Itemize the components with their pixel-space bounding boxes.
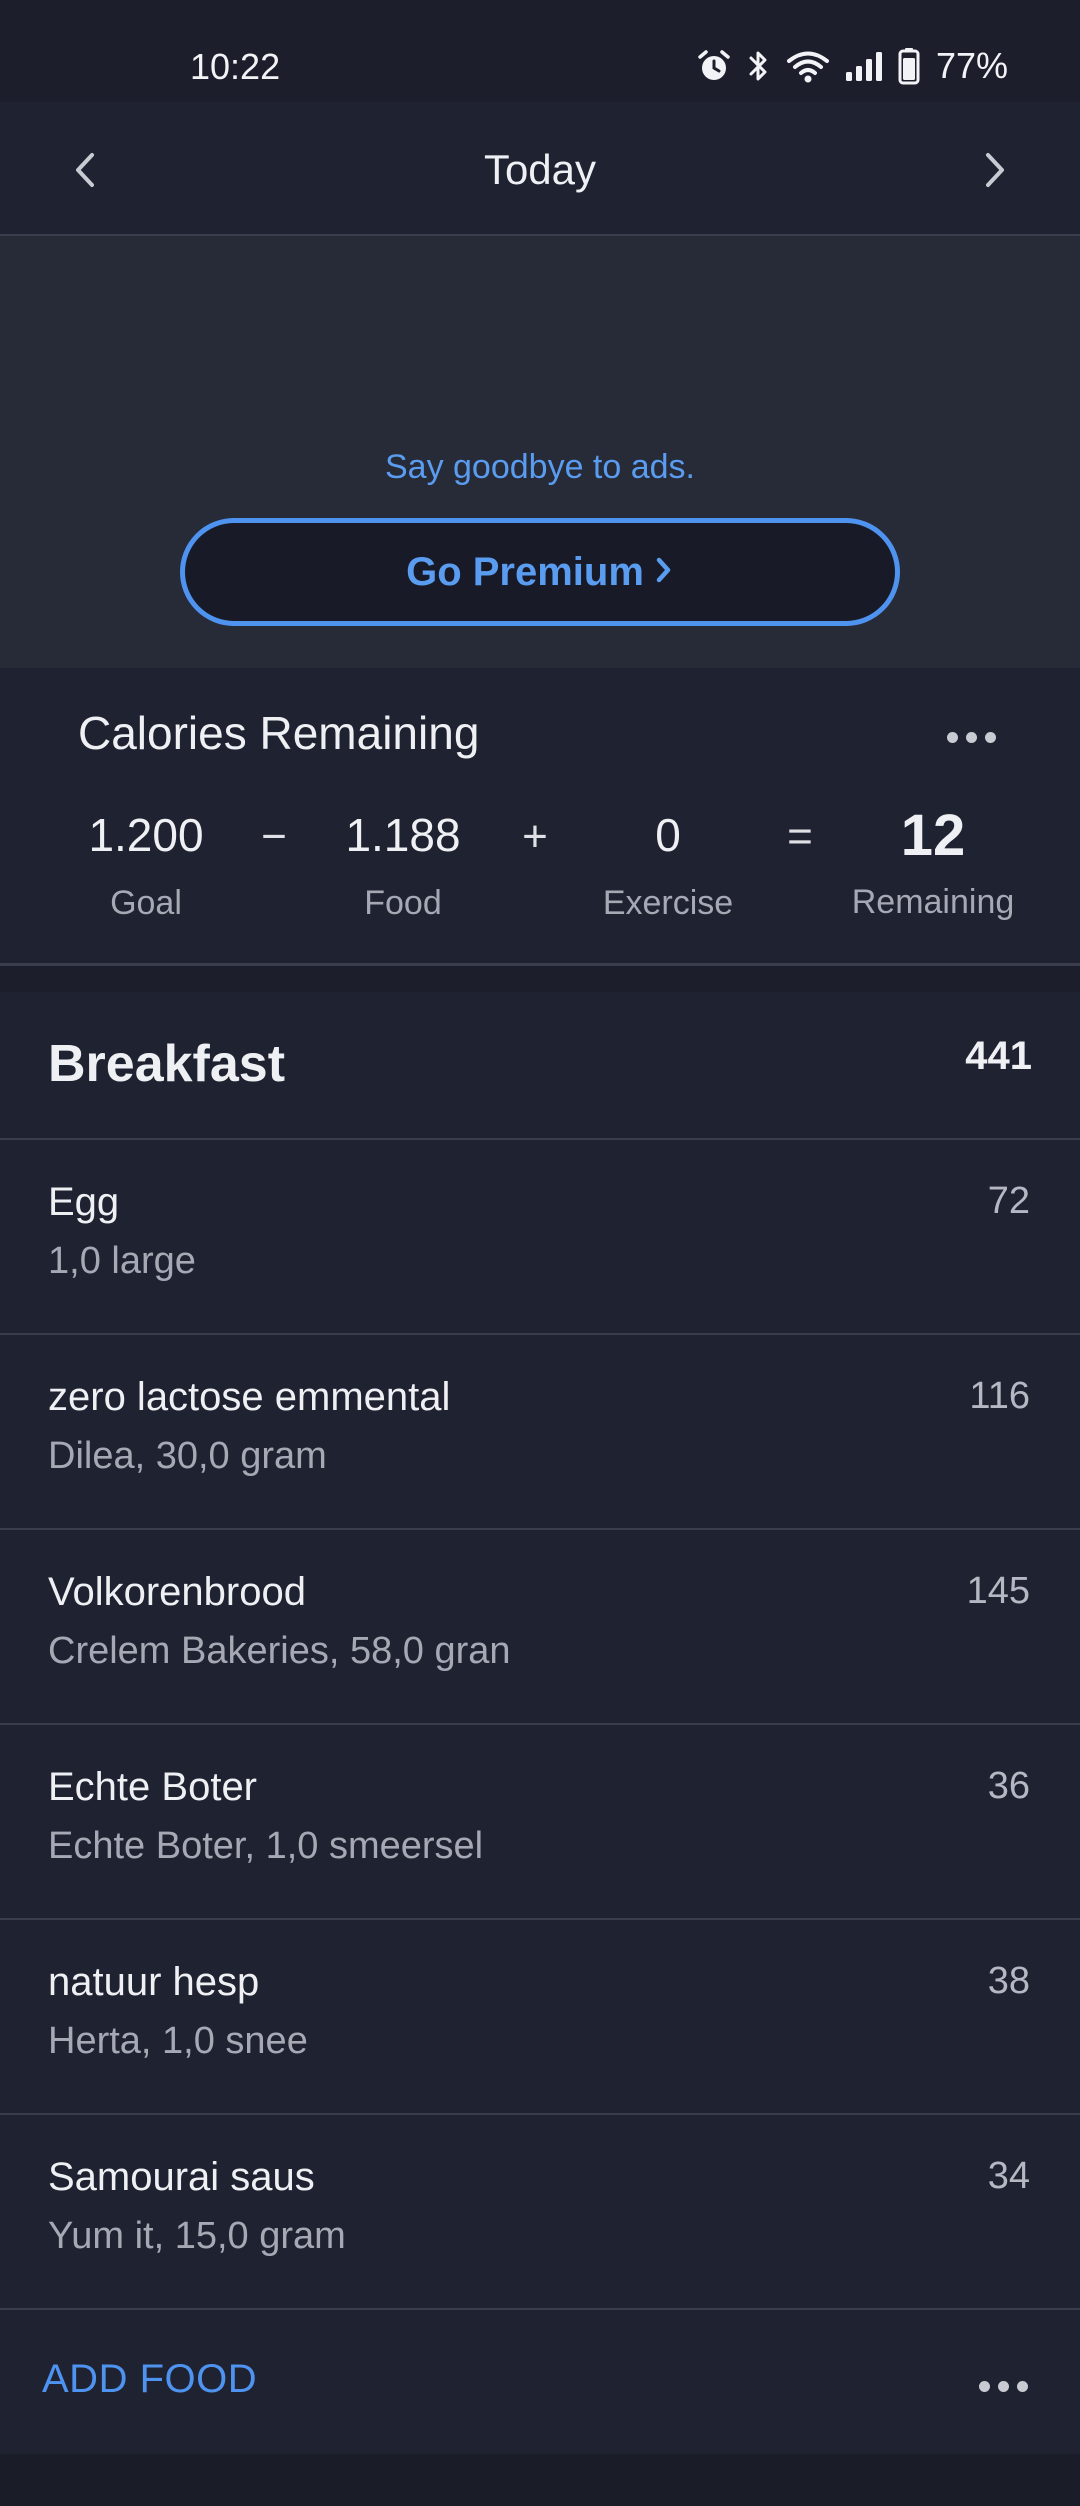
food-calories: 72 — [987, 1180, 1030, 1222]
battery-icon — [898, 47, 920, 85]
add-food-row: ADD FOOD — [0, 2309, 1080, 2454]
equals-operator: = — [787, 812, 813, 861]
food-label: Food — [364, 884, 442, 922]
ad-text: Say goodbye to ads. — [384, 448, 695, 486]
food-item[interactable]: Volkorenbrood Crelem Bakeries, 58,0 gran… — [0, 1530, 1080, 1725]
food-description: Crelem Bakeries, 58,0 gran — [48, 1630, 511, 1672]
remaining-value: 12 — [900, 803, 966, 868]
exercise-value: 0 — [655, 809, 681, 861]
meal-more-button[interactable] — [975, 2377, 1032, 2396]
food-item[interactable]: natuur hesp Herta, 1,0 snee 38 — [0, 1920, 1080, 2115]
meal-header[interactable]: Breakfast 441 — [0, 992, 1080, 1140]
food-name: Echte Boter — [48, 1765, 258, 1809]
food-item[interactable]: Egg 1,0 large 72 — [0, 1140, 1080, 1335]
food-calories: 38 — [987, 1960, 1030, 2002]
wifi-icon — [786, 48, 830, 84]
battery-percentage: 77% — [935, 45, 1008, 86]
date-title[interactable]: Today — [0, 146, 1080, 194]
food-description: Herta, 1,0 snee — [48, 2020, 308, 2062]
food-calories: 116 — [969, 1375, 1030, 1417]
food-name: natuur hesp — [48, 1960, 260, 2004]
more-dots-icon — [979, 2381, 1028, 2392]
remaining-label: Remaining — [851, 883, 1015, 921]
food-name: Egg — [48, 1180, 120, 1224]
food-description: Dilea, 30,0 gram — [48, 1435, 327, 1477]
go-premium-button[interactable]: Go Premium — [180, 518, 900, 626]
food-name: zero lactose emmental — [48, 1375, 451, 1419]
food-name: Volkorenbrood — [48, 1570, 306, 1614]
food-calories: 145 — [966, 1570, 1030, 1612]
food-description: Yum it, 15,0 gram — [48, 2215, 346, 2257]
ad-banner: Say goodbye to ads. Go Premium — [0, 236, 1080, 668]
add-food-button[interactable]: ADD FOOD — [42, 2357, 257, 2402]
remaining-column: 12 Remaining — [823, 803, 1043, 922]
goal-label: Goal — [110, 884, 182, 922]
chevron-right-icon — [654, 555, 674, 590]
food-calories: 34 — [987, 2155, 1030, 2197]
exercise-column: 0 Exercise — [558, 808, 778, 923]
goal-value: 1.200 — [88, 809, 204, 861]
food-value: 1.188 — [345, 809, 461, 861]
calories-remaining-title: Calories Remaining — [78, 707, 480, 759]
signal-icon — [844, 48, 884, 84]
status-bar: 10:22 77% — [0, 0, 1080, 102]
plus-operator: + — [522, 812, 548, 861]
food-item[interactable]: Samourai saus Yum it, 15,0 gram 34 — [0, 2115, 1080, 2310]
date-nav-bar: Today — [0, 102, 1080, 236]
calories-remaining-card: Calories Remaining 1.200 Goal − 1.188 Fo… — [0, 668, 1080, 966]
bluetooth-icon — [746, 48, 772, 84]
status-icons: 77% — [696, 44, 1008, 88]
food-item[interactable]: Echte Boter Echte Boter, 1,0 smeersel 36 — [0, 1725, 1080, 1920]
meal-total-calories: 441 — [965, 1034, 1032, 1078]
meal-title: Breakfast — [48, 1035, 286, 1093]
go-premium-label: Go Premium — [406, 549, 644, 594]
alarm-icon — [696, 48, 732, 84]
food-calories: 36 — [987, 1765, 1030, 1807]
breakfast-section: Breakfast 441 Egg 1,0 large 72 zero lact… — [0, 992, 1080, 2454]
food-name: Samourai saus — [48, 2155, 315, 2199]
status-time: 10:22 — [190, 46, 281, 87]
food-item[interactable]: zero lactose emmental Dilea, 30,0 gram 1… — [0, 1335, 1080, 1530]
more-dots-icon — [947, 732, 996, 743]
calories-more-button[interactable] — [941, 726, 1002, 749]
bottom-strip — [0, 2454, 1080, 2506]
goal-column: 1.200 Goal — [36, 808, 256, 923]
chevron-right-icon — [980, 150, 1010, 195]
food-column: 1.188 Food — [293, 808, 513, 923]
food-description: Echte Boter, 1,0 smeersel — [48, 1825, 484, 1867]
food-description: 1,0 large — [48, 1240, 196, 1282]
exercise-label: Exercise — [602, 884, 734, 922]
next-day-button[interactable] — [965, 142, 1025, 202]
minus-operator: − — [261, 812, 287, 861]
